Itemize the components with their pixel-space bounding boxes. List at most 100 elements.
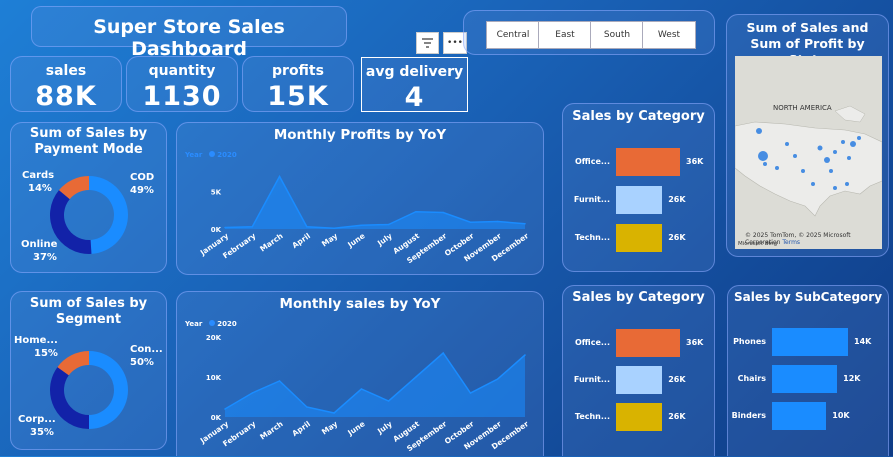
- data-point[interactable]: [524, 354, 526, 356]
- data-point[interactable]: [333, 412, 335, 414]
- page-title: Super Store Sales Dashboard: [93, 16, 285, 60]
- sales-by-category-card-2: Sales by Category Office... 36K Furnit... 2…: [562, 285, 715, 456]
- data-point[interactable]: [469, 392, 472, 394]
- data-point[interactable]: [469, 221, 472, 224]
- data-point[interactable]: [306, 225, 308, 228]
- slicer-button-west[interactable]: West: [642, 21, 696, 49]
- slice-label-cod: COD 49%: [130, 172, 155, 196]
- y-tick-label: 10K: [206, 374, 222, 382]
- kpi-card-avg-delivery[interactable]: avg delivery 4: [361, 57, 468, 113]
- donut-slice-0[interactable]: [89, 176, 129, 254]
- x-tick-label: March: [258, 419, 284, 441]
- y-tick-label: 5K: [211, 189, 222, 197]
- kpi-label: profits: [272, 63, 324, 79]
- bar[interactable]: [772, 365, 838, 393]
- data-point[interactable]: [333, 227, 335, 230]
- bar-category-label: Phones: [733, 337, 766, 346]
- bar-category-label: Binders: [731, 411, 766, 420]
- bar[interactable]: [616, 329, 680, 357]
- bar-category-label: Techn...: [574, 233, 610, 242]
- bar-category-label: Furnit...: [573, 195, 610, 204]
- map-terms-link[interactable]: Terms: [782, 239, 800, 246]
- category-bars[interactable]: Office... 36K Furnit... 26K Techn... 26K: [563, 286, 716, 457]
- kpi-card-profits: profits 15K: [242, 56, 354, 112]
- monthly-sales-card: Monthly sales by YoY Year 2020 0K 10K 20K J…: [176, 291, 544, 456]
- x-tick-label: March: [258, 231, 284, 253]
- sales-area-chart[interactable]: 0K10K20KJanuaryFebruary March April May June…: [177, 292, 545, 457]
- slicer-button-central[interactable]: Central: [486, 21, 540, 49]
- bar[interactable]: [772, 402, 827, 430]
- data-point[interactable]: [387, 223, 390, 226]
- sales-by-subcategory-card: Sales by SubCategory Phones 14K Chairs 12K B…: [727, 285, 889, 456]
- data-point[interactable]: [360, 224, 363, 227]
- bar-value-label: 26K: [668, 375, 686, 384]
- x-tick-label: July: [375, 419, 394, 436]
- data-point[interactable]: [251, 392, 254, 394]
- segment-card: Sum of Sales by Segment Con... 50% Corp..…: [10, 291, 167, 450]
- data-point[interactable]: [278, 175, 281, 178]
- slice-label-online: Online 37%: [21, 239, 58, 263]
- kpi-label: avg delivery: [365, 64, 464, 80]
- slice-label-corporate: Corp... 35%: [18, 414, 56, 438]
- filter-icon: [422, 38, 433, 48]
- data-point[interactable]: [387, 400, 390, 402]
- area-fill: [225, 176, 525, 229]
- slicer-button-east[interactable]: East: [538, 21, 592, 49]
- bar[interactable]: [616, 148, 680, 176]
- data-point[interactable]: [278, 380, 281, 382]
- data-point[interactable]: [524, 222, 526, 225]
- bar-value-label: 26K: [668, 233, 686, 242]
- data-point[interactable]: [442, 352, 444, 354]
- data-point[interactable]: [415, 210, 417, 213]
- donut-slice-0[interactable]: [89, 351, 128, 429]
- data-point[interactable]: [360, 388, 363, 390]
- kpi-card-sales: sales 88K: [10, 56, 122, 112]
- y-tick-label: 0K: [211, 414, 222, 422]
- map-region-label: NORTH AMERICA: [773, 104, 832, 112]
- slice-label-cards: Cards 14%: [22, 170, 55, 194]
- more-icon: •••: [447, 38, 463, 48]
- x-tick-label: July: [375, 231, 394, 248]
- data-point[interactable]: [442, 211, 444, 214]
- kpi-label: sales: [45, 63, 87, 79]
- data-point[interactable]: [224, 408, 226, 410]
- map-card: Sum of Sales and Sum of Profit by State …: [726, 14, 889, 257]
- bar-value-label: 26K: [668, 412, 686, 421]
- bar-value-label: 36K: [686, 157, 704, 166]
- filter-button[interactable]: [416, 32, 439, 54]
- bar-value-label: 36K: [686, 338, 704, 347]
- category-bars[interactable]: Office... 36K Furnit... 26K Techn... 26K: [563, 104, 716, 273]
- bar-category-label: Office...: [574, 157, 610, 166]
- data-point[interactable]: [496, 220, 499, 223]
- slice-label-consumer: Con... 50%: [130, 344, 163, 368]
- kpi-value: 88K: [35, 81, 97, 112]
- bar[interactable]: [616, 403, 663, 431]
- map-canvas[interactable]: NORTH AMERICA © 2025 TomTom, © 2025 Micr…: [735, 56, 882, 249]
- slice-label-home: Home... 15%: [14, 335, 58, 359]
- bar[interactable]: [616, 224, 663, 252]
- kpi-card-quantity: quantity 1130: [126, 56, 238, 112]
- data-point[interactable]: [415, 376, 417, 378]
- us-map: NORTH AMERICA: [735, 104, 882, 217]
- data-point[interactable]: [251, 225, 254, 228]
- kpi-value: 15K: [267, 81, 329, 112]
- data-point[interactable]: [306, 406, 308, 408]
- data-point[interactable]: [224, 226, 226, 229]
- bar[interactable]: [616, 366, 663, 394]
- profits-area-chart[interactable]: 0K5KJanuaryFebruary March April May June July…: [177, 123, 545, 276]
- donut-slice-1[interactable]: [50, 367, 89, 429]
- bar-category-label: Furnit...: [573, 375, 610, 384]
- bar[interactable]: [616, 186, 663, 214]
- x-tick-label: April: [290, 419, 312, 438]
- monthly-profits-card: Monthly Profits by YoY Year 2020 0K 5K Jan…: [176, 122, 544, 275]
- data-point[interactable]: [496, 378, 499, 380]
- y-tick-label: 20K: [206, 334, 222, 342]
- kpi-value: 1130: [142, 81, 222, 112]
- bar-value-label: 12K: [843, 374, 861, 383]
- subcategory-bars[interactable]: Phones 14K Chairs 12K Binders 10K: [728, 286, 890, 457]
- x-tick-label: April: [290, 231, 312, 250]
- slicer-button-south[interactable]: South: [590, 21, 644, 49]
- bar[interactable]: [772, 328, 848, 356]
- bar-value-label: 14K: [854, 337, 872, 346]
- bar-value-label: 26K: [668, 195, 686, 204]
